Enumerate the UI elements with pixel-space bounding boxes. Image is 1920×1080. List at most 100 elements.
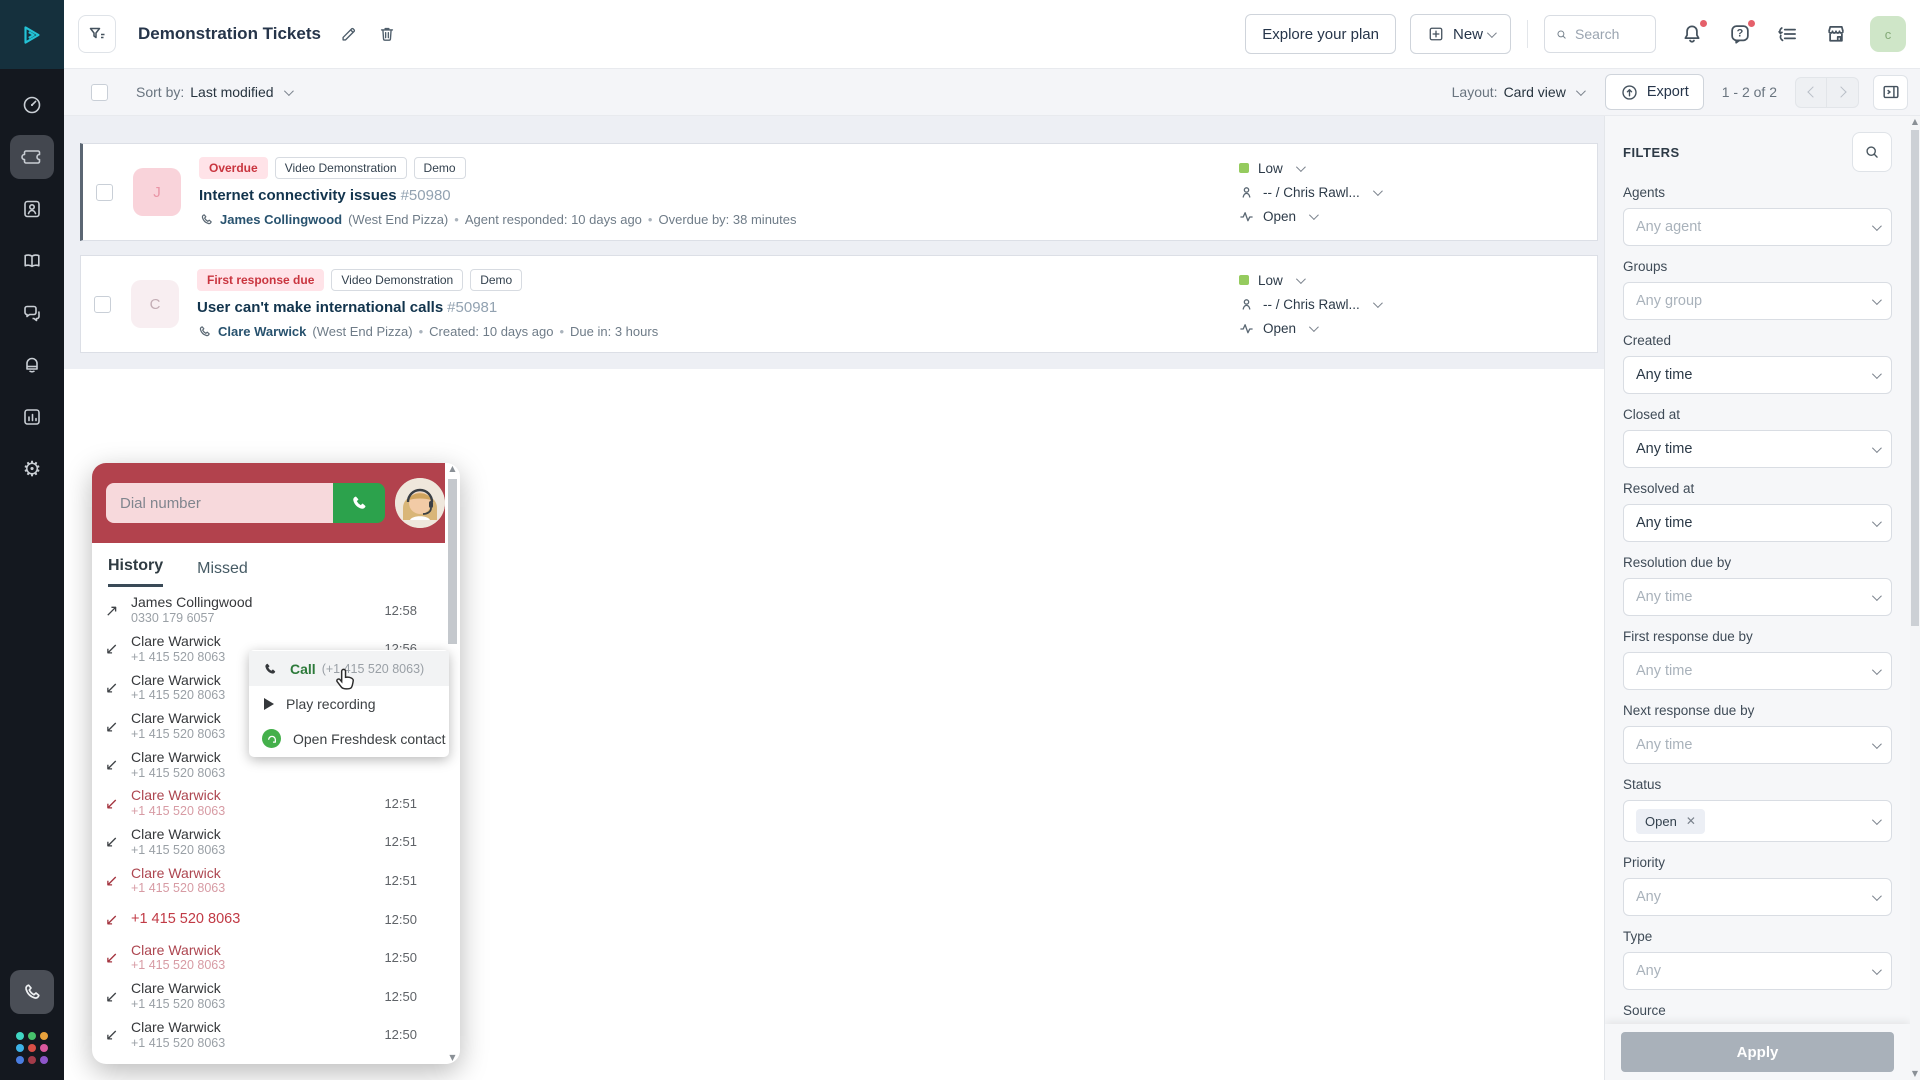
prev-page-button[interactable] (1795, 77, 1827, 108)
edit-view-button[interactable] (339, 24, 359, 44)
scroll-up-arrow[interactable]: ▲ (1910, 116, 1920, 128)
apps-switcher-icon[interactable] (16, 1032, 48, 1064)
call-row[interactable]: ↙Clare Warwick+1 415 520 806312:50 (92, 1016, 445, 1055)
ticket-checkbox[interactable] (96, 184, 113, 201)
page-scrollbar[interactable]: ▲ ▼ (1910, 116, 1920, 1080)
status-value: Open (1263, 321, 1296, 336)
assignee-dropdown[interactable]: -- / Chris Rawl... (1239, 185, 1597, 200)
ticket-subject: User can't make international calls (197, 299, 443, 316)
pulse-icon (1239, 209, 1254, 224)
whats-new-button[interactable] (1776, 22, 1800, 46)
status-dropdown[interactable]: Open (1239, 209, 1597, 224)
call-row[interactable]: ↙+1 415 520 806312:50 (92, 900, 445, 939)
call-row[interactable]: ↙Clare Warwick+1 415 520 806312:51 (92, 823, 445, 862)
next-response-dropdown[interactable]: Any time (1623, 726, 1892, 764)
contact-name[interactable]: Clare Warwick (218, 324, 306, 339)
ticket-card[interactable]: J Overdue Video Demonstration Demo Inter… (80, 143, 1598, 241)
dropdown-value: Any time (1636, 515, 1692, 531)
priority-filter-dropdown[interactable]: Any (1623, 878, 1892, 916)
filter-search-button[interactable] (1852, 132, 1892, 172)
explore-plan-button[interactable]: Explore your plan (1245, 14, 1396, 54)
global-search[interactable] (1544, 15, 1656, 53)
ticket-title[interactable]: Internet connectivity issues#50980 (199, 187, 1239, 204)
dial-number-input[interactable] (106, 483, 333, 523)
layout-dropdown[interactable]: Layout: Card view (1452, 84, 1583, 100)
call-time: 12:50 (384, 950, 417, 965)
delete-view-button[interactable] (377, 24, 397, 44)
help-button[interactable]: ? (1728, 22, 1752, 46)
resolution-due-dropdown[interactable]: Any time (1623, 578, 1892, 616)
next-page-button[interactable] (1827, 77, 1859, 108)
call-button[interactable] (333, 483, 385, 523)
assignee-dropdown[interactable]: -- / Chris Rawl... (1239, 297, 1597, 312)
call-time: 12:51 (384, 834, 417, 849)
sidebar-item-forums[interactable] (10, 291, 54, 335)
type-filter-dropdown[interactable]: Any (1623, 952, 1892, 990)
call-row[interactable]: ↙Clare Warwick+1 415 520 806312:50 (92, 977, 445, 1016)
view-filter-button[interactable] (78, 15, 116, 53)
sidebar-item-admin[interactable]: ⚙ (10, 447, 54, 491)
export-button[interactable]: Export (1605, 74, 1704, 110)
menu-item-open-freshdesk-contact[interactable]: Open Freshdesk contact (249, 721, 449, 756)
chevron-down-icon (1872, 815, 1882, 825)
tag-badge: Video Demonstration (275, 157, 407, 179)
scroll-down-arrow[interactable]: ▼ (445, 1052, 460, 1064)
scroll-down-arrow[interactable]: ▼ (1910, 1068, 1920, 1080)
chevron-down-icon (1872, 369, 1882, 379)
created-dropdown[interactable]: Any time (1623, 356, 1892, 394)
ticket-title[interactable]: User can't make international calls#5098… (197, 299, 1239, 316)
tab-history[interactable]: History (108, 557, 163, 587)
sidebar-item-dashboard[interactable] (10, 83, 54, 127)
search-input[interactable] (1575, 26, 1645, 42)
sidebar-item-analytics[interactable] (10, 395, 54, 439)
tab-missed[interactable]: Missed (197, 560, 248, 587)
closed-at-dropdown[interactable]: Any time (1623, 430, 1892, 468)
agent-avatar[interactable] (395, 478, 445, 528)
menu-item-call[interactable]: Call (+1 415 520 8063) (249, 651, 449, 686)
scroll-up-arrow[interactable]: ▲ (445, 463, 460, 475)
list-toolbar: Sort by: Last modified Layout: Card view… (64, 69, 1920, 116)
sidebar-item-solutions[interactable] (10, 239, 54, 283)
call-row[interactable]: ↙Clare Warwick+1 415 520 806312:51 (92, 784, 445, 823)
new-button[interactable]: New (1410, 14, 1511, 54)
notification-badge (1699, 19, 1708, 28)
sidebar-item-bots[interactable] (10, 343, 54, 387)
collapse-panel-button[interactable] (1873, 75, 1908, 110)
call-time: 12:51 (384, 873, 417, 888)
remove-chip-icon[interactable]: ✕ (1686, 814, 1696, 828)
scrollbar-thumb[interactable] (448, 479, 457, 644)
freshworks-logo[interactable] (0, 0, 64, 69)
separator: • (454, 212, 459, 227)
panel-toggle-icon (1881, 82, 1901, 102)
phone-scrollbar[interactable]: ▲ ▼ (445, 463, 460, 1064)
sidebar-item-tickets[interactable] (10, 135, 54, 179)
call-row[interactable]: ↗James Collingwood0330 179 605712:58 (92, 591, 445, 630)
priority-dropdown[interactable]: Low (1239, 273, 1597, 288)
notifications-button[interactable] (1680, 22, 1704, 46)
apply-button[interactable]: Apply (1621, 1032, 1894, 1072)
scrollbar-thumb[interactable] (1911, 130, 1919, 626)
status-filter-dropdown[interactable]: Open✕ (1623, 800, 1892, 842)
call-row[interactable]: ↙Clare Warwick+1 415 520 806312:51 (92, 861, 445, 900)
menu-item-play-recording[interactable]: Play recording (249, 686, 449, 721)
contact-name[interactable]: James Collingwood (220, 212, 342, 227)
sort-by-dropdown[interactable]: Sort by: Last modified (136, 84, 291, 100)
user-avatar[interactable]: c (1870, 16, 1906, 52)
left-sidebar: ⚙ (0, 0, 64, 1080)
search-icon (1555, 26, 1568, 43)
priority-dropdown[interactable]: Low (1239, 161, 1597, 176)
ticket-checkbox[interactable] (94, 296, 111, 313)
first-response-dropdown[interactable]: Any time (1623, 652, 1892, 690)
resolved-at-dropdown[interactable]: Any time (1623, 504, 1892, 542)
sidebar-item-contacts[interactable] (10, 187, 54, 231)
agents-dropdown[interactable]: Any agent (1623, 208, 1892, 246)
chat-icon (21, 302, 43, 324)
phone-widget-toggle[interactable] (10, 970, 54, 1014)
ticket-card[interactable]: C First response due Video Demonstration… (80, 255, 1598, 353)
meta-responded: Agent responded: 10 days ago (465, 212, 642, 227)
status-dropdown[interactable]: Open (1239, 321, 1597, 336)
select-all-checkbox[interactable] (91, 84, 108, 101)
groups-dropdown[interactable]: Any group (1623, 282, 1892, 320)
call-row[interactable]: ↙Clare Warwick+1 415 520 806312:50 (92, 938, 445, 977)
marketplace-button[interactable] (1824, 22, 1848, 46)
